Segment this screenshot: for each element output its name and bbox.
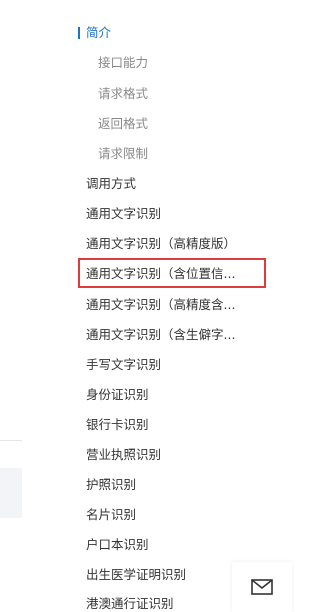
nav-item-business-license[interactable]: 营业执照识别 xyxy=(86,447,161,463)
nav-item-household-register[interactable]: 户口本识别 xyxy=(86,537,149,553)
mail-icon xyxy=(251,579,273,595)
nav-item-general-ocr-accurate-location[interactable]: 通用文字识别（高精度含... xyxy=(86,297,235,313)
feedback-mail-button[interactable] xyxy=(232,562,292,612)
nav-item-intro[interactable]: 简介 xyxy=(86,25,111,41)
nav-item-hk-macau-permit[interactable]: 港澳通行证识别 xyxy=(86,596,174,612)
highlight-annotation-box xyxy=(78,258,266,288)
nav-subitem-request-limits[interactable]: 请求限制 xyxy=(98,146,148,162)
nav-item-invocation[interactable]: 调用方式 xyxy=(86,176,136,192)
nav-item-id-card[interactable]: 身份证识别 xyxy=(86,387,149,403)
nav-subitem-request-format[interactable]: 请求格式 xyxy=(98,86,148,102)
nav-item-general-ocr[interactable]: 通用文字识别 xyxy=(86,206,161,222)
nav-subitem-response-format[interactable]: 返回格式 xyxy=(98,116,148,132)
nav-item-bank-card[interactable]: 银行卡识别 xyxy=(86,417,149,433)
nav-item-general-ocr-accurate[interactable]: 通用文字识别（高精度版） xyxy=(86,236,236,252)
nav-item-general-ocr-rare-chars[interactable]: 通用文字识别（含生僻字... xyxy=(86,327,235,343)
nav-item-birth-certificate[interactable]: 出生医学证明识别 xyxy=(86,567,186,583)
active-indicator xyxy=(78,27,80,39)
nav-item-business-card[interactable]: 名片识别 xyxy=(86,507,136,523)
nav-item-handwriting[interactable]: 手写文字识别 xyxy=(86,357,161,373)
nav-item-passport[interactable]: 护照识别 xyxy=(86,477,136,493)
nav-subitem-capabilities[interactable]: 接口能力 xyxy=(98,55,148,71)
doc-sidebar-nav: 简介 接口能力 请求格式 返回格式 请求限制 调用方式 通用文字识别 通用文字识… xyxy=(0,0,295,612)
